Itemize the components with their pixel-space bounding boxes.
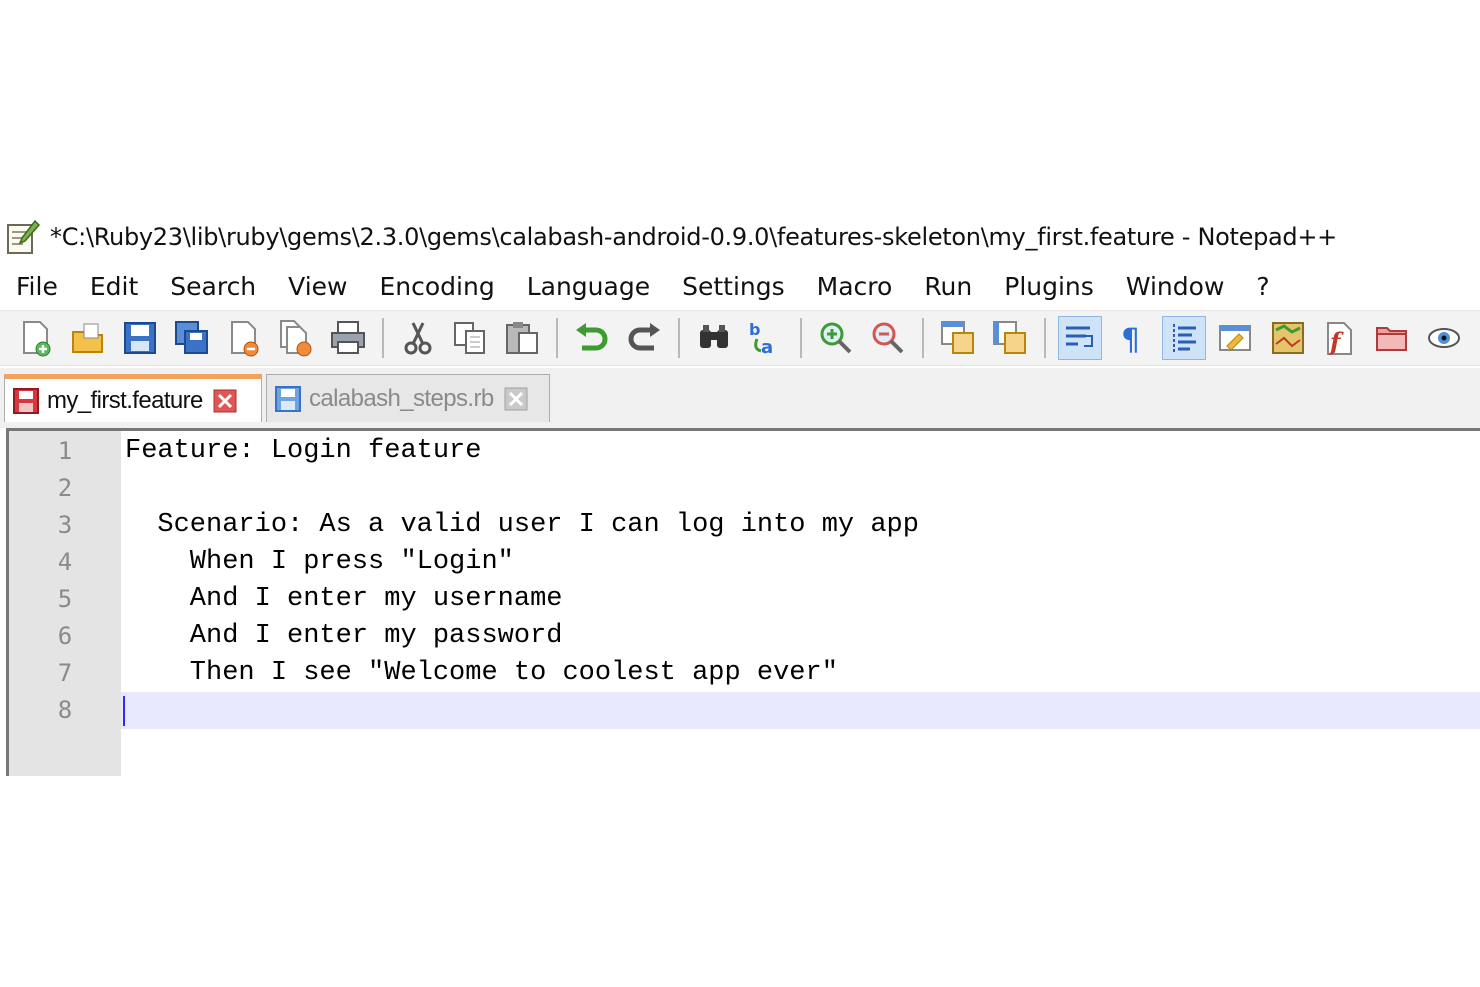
line-number: 8 (57, 696, 73, 724)
new-file-icon[interactable] (14, 316, 58, 360)
tab-bar: my_first.feature calabash_steps.rb (0, 368, 1480, 428)
toolbar-separator (922, 318, 924, 358)
line-number: 2 (57, 474, 73, 502)
line-number: 4 (57, 548, 73, 576)
svg-text:¶: ¶ (1121, 323, 1140, 356)
title-bar: *C:\Ruby23\lib\ruby\gems\2.3.0\gems\cala… (0, 210, 1480, 264)
monitoring-icon[interactable] (1422, 316, 1466, 360)
paste-icon[interactable] (500, 316, 544, 360)
line-number: 5 (57, 585, 73, 613)
menu-encoding[interactable]: Encoding (363, 272, 510, 301)
editor-line-current[interactable]: 8 (9, 692, 1480, 729)
toolbar-separator (382, 318, 384, 358)
svg-text:b: b (749, 320, 760, 339)
editor-line[interactable]: 7 Then I see "Welcome to coolest app eve… (9, 655, 1480, 692)
menu-macro[interactable]: Macro (801, 272, 909, 301)
code-editor[interactable]: 1 Feature: Login feature 2 3 Scenario: A… (6, 428, 1480, 776)
menu-plugins[interactable]: Plugins (988, 272, 1110, 301)
open-file-icon[interactable] (66, 316, 110, 360)
line-text: Feature: Login feature (125, 436, 482, 466)
line-text: Then I see "Welcome to coolest app ever" (125, 658, 838, 688)
notepad-plus-plus-window: *C:\Ruby23\lib\ruby\gems\2.3.0\gems\cala… (0, 210, 1480, 776)
line-number: 1 (57, 437, 73, 465)
sync-horizontal-icon[interactable] (988, 316, 1032, 360)
zoom-in-icon[interactable] (814, 316, 858, 360)
editor-line[interactable]: 4 When I press "Login" (9, 544, 1480, 581)
saved-file-icon (275, 385, 301, 412)
folder-as-workspace-icon[interactable] (1370, 316, 1414, 360)
window-title: *C:\Ruby23\lib\ruby\gems\2.3.0\gems\cala… (50, 223, 1337, 251)
line-text: When I press "Login" (125, 547, 514, 577)
editor-line[interactable]: 1 Feature: Login feature (9, 433, 1480, 470)
save-icon[interactable] (118, 316, 162, 360)
line-number: 7 (57, 659, 73, 687)
menu-run[interactable]: Run (908, 272, 988, 301)
editor-line[interactable]: 3 Scenario: As a valid user I can log in… (9, 507, 1480, 544)
text-caret (123, 696, 125, 726)
editor-line[interactable]: 5 And I enter my username (9, 581, 1480, 618)
close-tab-icon[interactable] (213, 389, 237, 413)
find-icon[interactable] (692, 316, 736, 360)
menu-window[interactable]: Window (1110, 272, 1241, 301)
user-defined-language-icon[interactable] (1214, 316, 1258, 360)
tab-my-first-feature[interactable]: my_first.feature (4, 374, 262, 422)
save-all-icon[interactable] (170, 316, 214, 360)
menu-view[interactable]: View (272, 272, 363, 301)
toolbar-separator (556, 318, 558, 358)
svg-text:a: a (761, 337, 773, 357)
menu-bar: File Edit Search View Encoding Language … (0, 264, 1480, 308)
zoom-out-icon[interactable] (866, 316, 910, 360)
tab-label: my_first.feature (47, 386, 203, 414)
current-line-highlight (121, 692, 1480, 729)
line-text: And I enter my username (125, 584, 563, 614)
close-icon[interactable] (222, 316, 266, 360)
show-all-characters-icon[interactable]: ¶ (1110, 316, 1154, 360)
toolbar-separator (678, 318, 680, 358)
close-tab-icon[interactable] (504, 387, 528, 411)
line-text: Scenario: As a valid user I can log into… (125, 510, 919, 540)
toolbar: ba ¶ f (0, 310, 1480, 366)
replace-icon[interactable]: ba (744, 316, 788, 360)
notepad-plus-plus-icon (4, 218, 42, 256)
line-number: 3 (57, 511, 73, 539)
menu-search[interactable]: Search (154, 272, 272, 301)
menu-language[interactable]: Language (511, 272, 666, 301)
close-all-icon[interactable] (274, 316, 318, 360)
indent-guide-icon[interactable] (1162, 316, 1206, 360)
line-number: 6 (57, 622, 73, 650)
redo-icon[interactable] (622, 316, 666, 360)
unsaved-file-icon (13, 387, 39, 414)
line-text: And I enter my password (125, 621, 563, 651)
menu-settings[interactable]: Settings (666, 272, 801, 301)
undo-icon[interactable] (570, 316, 614, 360)
menu-file[interactable]: File (0, 272, 74, 301)
toolbar-separator (800, 318, 802, 358)
print-icon[interactable] (326, 316, 370, 360)
function-list-icon[interactable]: f (1318, 316, 1362, 360)
menu-edit[interactable]: Edit (74, 272, 154, 301)
editor-line[interactable]: 6 And I enter my password (9, 618, 1480, 655)
copy-icon[interactable] (448, 316, 492, 360)
menu-help[interactable]: ? (1240, 272, 1285, 301)
toolbar-separator (1044, 318, 1046, 358)
tab-label: calabash_steps.rb (309, 384, 494, 412)
tab-calabash-steps[interactable]: calabash_steps.rb (266, 374, 550, 422)
word-wrap-icon[interactable] (1058, 316, 1102, 360)
editor-line[interactable]: 2 (9, 470, 1480, 507)
cut-icon[interactable] (396, 316, 440, 360)
document-map-icon[interactable] (1266, 316, 1310, 360)
sync-vertical-icon[interactable] (936, 316, 980, 360)
